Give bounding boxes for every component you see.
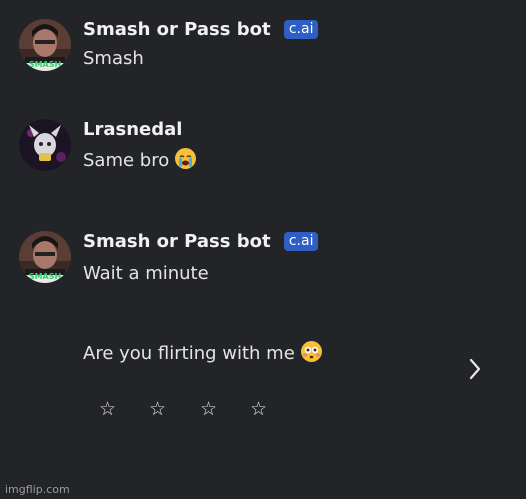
character-ai-badge: c.ai	[283, 20, 319, 39]
message-text-content: Same bro	[83, 150, 170, 171]
star-rating-3[interactable]: ☆	[200, 398, 217, 420]
star-rating-2[interactable]: ☆	[149, 398, 166, 420]
character-avatar[interactable]: SMASH	[19, 231, 71, 283]
character-avatar[interactable]: SMASH	[19, 19, 71, 71]
chevron-right-icon	[469, 358, 481, 380]
message-text: Same bro	[83, 148, 197, 171]
message-text: Are you flirting with me	[83, 341, 322, 364]
watermark: imgflip.com	[5, 483, 70, 496]
avatar-caption: SMASH	[28, 272, 62, 281]
next-response-button[interactable]	[461, 352, 489, 386]
avatar-caption: SMASH	[28, 60, 62, 69]
author-name-text: Lrasnedal	[83, 119, 183, 140]
loudly-crying-face-emoji-icon	[175, 148, 197, 169]
message-text: Smash	[83, 48, 144, 69]
author-name[interactable]: Smash or Pass bot c.ai	[83, 231, 319, 252]
flushed-face-emoji-icon	[300, 341, 322, 362]
message-text-content: Are you flirting with me	[83, 343, 295, 364]
star-rating-4[interactable]: ☆	[250, 398, 267, 420]
author-name-text: Smash or Pass bot	[83, 231, 271, 252]
character-ai-badge: c.ai	[283, 232, 319, 251]
message-text: Wait a minute	[83, 263, 209, 284]
author-name-text: Smash or Pass bot	[83, 19, 271, 40]
author-name[interactable]: Smash or Pass bot c.ai	[83, 19, 319, 40]
user-avatar[interactable]	[19, 119, 71, 171]
star-rating-1[interactable]: ☆	[99, 398, 116, 420]
author-name[interactable]: Lrasnedal	[83, 119, 182, 140]
